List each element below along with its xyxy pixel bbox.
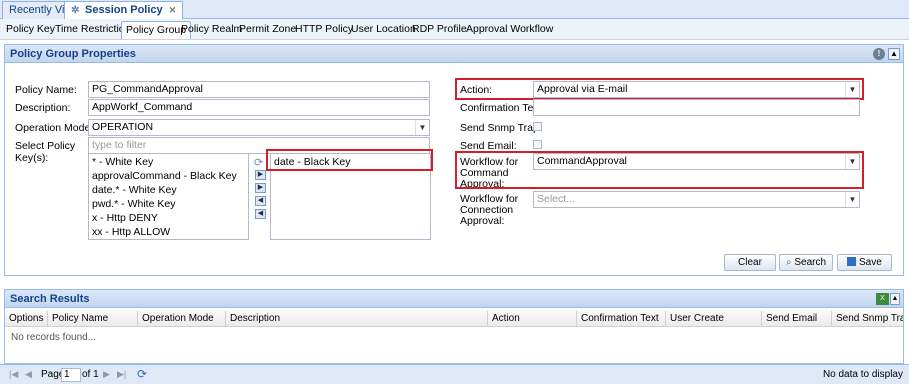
column-header[interactable]: Description <box>226 311 488 326</box>
list-item[interactable]: approvalCommand - Black Key <box>89 169 248 183</box>
select-keys-label: Select Policy Key(s): <box>15 140 76 164</box>
confirmation-text-label: Confirmation Text: <box>460 102 545 114</box>
operation-mode-select[interactable]: OPERATION ▼ <box>88 119 430 136</box>
last-page-icon[interactable]: ▶| <box>117 369 126 380</box>
column-header[interactable]: Send Snmp Trap <box>832 311 903 326</box>
send-snmp-label: Send Snmp Trap: <box>460 122 542 134</box>
info-icon[interactable]: ! <box>873 48 885 60</box>
empty-text: No records found... <box>11 332 97 343</box>
refresh-icon[interactable]: ⟳ <box>137 367 147 381</box>
list-item[interactable]: xx - Http ALLOW <box>89 225 248 239</box>
description-label: Description: <box>15 102 71 114</box>
chevron-down-icon[interactable]: ▼ <box>845 192 859 207</box>
save-button-label: Save <box>858 257 882 268</box>
highlight-box <box>455 151 864 189</box>
column-header[interactable]: Confirmation Text <box>577 311 666 326</box>
send-snmp-checkbox[interactable] <box>533 122 542 131</box>
list-item[interactable]: * - White Key <box>89 155 248 169</box>
send-email-checkbox[interactable] <box>533 140 542 149</box>
status-text: No data to display <box>822 369 903 380</box>
column-header[interactable]: Action <box>488 311 577 326</box>
tab-session-policy[interactable]: ✲ Session Policy ✕ <box>64 1 184 19</box>
subtab-approval-workflow[interactable]: Approval Workflow <box>462 21 557 39</box>
panel-title: Policy Group Properties <box>5 45 903 63</box>
refresh-icon[interactable]: ⟳ <box>254 156 263 169</box>
save-icon <box>847 257 857 266</box>
move-all-right-icon[interactable]: ▶ <box>255 183 266 193</box>
close-icon[interactable]: ✕ <box>169 5 177 15</box>
search-button[interactable]: ⌕ Search <box>779 254 833 271</box>
column-header[interactable]: Options <box>5 311 48 326</box>
prev-page-icon[interactable]: ◀ <box>25 369 32 380</box>
policy-name-label: Policy Name: <box>15 84 77 96</box>
list-item[interactable]: date.* - White Key <box>89 183 248 197</box>
confirmation-text-input[interactable] <box>533 99 860 116</box>
operation-mode-label: Operation Mode: <box>15 122 94 134</box>
page-number-input[interactable]: 1 <box>61 368 81 382</box>
subtab-bar: Policy Key Time Restriction Policy Group… <box>0 19 909 40</box>
move-left-icon[interactable]: ◀ <box>255 196 266 206</box>
tab-label: Session Policy <box>85 4 163 16</box>
column-header[interactable]: Send Email <box>762 311 832 326</box>
label-line: Approval: <box>460 215 505 227</box>
collapse-icon[interactable]: ▲ <box>888 48 900 60</box>
highlight-box <box>455 78 864 100</box>
chevron-down-icon[interactable]: ▼ <box>415 120 429 135</box>
search-icon: ⌕ <box>785 257 792 268</box>
description-input[interactable]: AppWorkf_Command <box>88 99 430 116</box>
results-title: Search Results <box>5 290 903 308</box>
top-tab-bar: Recently View ✲ Session Policy ✕ <box>0 0 909 19</box>
next-page-icon[interactable]: ▶ <box>103 369 110 380</box>
export-excel-icon[interactable]: X <box>876 293 889 305</box>
operation-mode-value: OPERATION <box>92 121 154 133</box>
collapse-icon[interactable]: ▲ <box>890 293 900 305</box>
page-count: of 1 <box>82 369 99 380</box>
list-item[interactable]: x - Http DENY <box>89 211 248 225</box>
highlight-box <box>266 149 433 171</box>
move-right-icon[interactable]: ▶ <box>255 170 266 180</box>
save-button[interactable]: Save <box>837 254 892 271</box>
policy-name-input[interactable]: PG_CommandApproval <box>88 81 430 98</box>
gear-icon: ✲ <box>71 5 80 16</box>
column-header[interactable]: Policy Name <box>48 311 138 326</box>
move-all-left-icon[interactable]: ◀ <box>255 209 266 219</box>
pagination-bar: |◀ ◀ Page 1 of 1 ▶ ▶| ⟳ No data to displ… <box>0 364 909 384</box>
workflow-connection-placeholder: Select... <box>537 193 575 205</box>
first-page-icon[interactable]: |◀ <box>9 369 18 380</box>
available-keys-list[interactable]: * - White Key approvalCommand - Black Ke… <box>88 153 249 240</box>
search-button-label: Search <box>794 257 827 268</box>
workflow-connection-select[interactable]: Select... ▼ <box>533 191 860 208</box>
column-header[interactable]: Operation Mode <box>138 311 226 326</box>
workflow-connection-label: Workflow for Connection Approval: <box>460 194 518 227</box>
column-header[interactable]: User Create <box>666 311 762 326</box>
list-item[interactable]: pwd.* - White Key <box>89 197 248 211</box>
clear-button[interactable]: Clear <box>724 254 776 271</box>
